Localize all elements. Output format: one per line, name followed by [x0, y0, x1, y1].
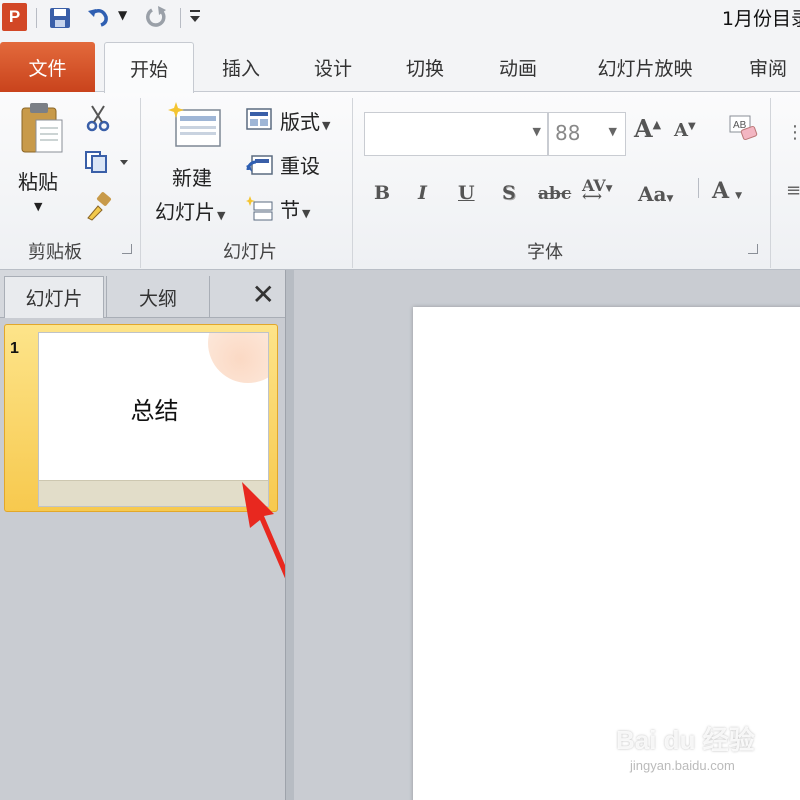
font-color-button[interactable]: A ▼ [712, 178, 742, 204]
paste-icon[interactable] [16, 100, 66, 160]
font-separator [698, 178, 699, 198]
slide-thumbnail-title: 总结 [130, 397, 179, 425]
tab-transitions[interactable]: 切换 [380, 42, 470, 92]
baidu-watermark: Bai du 经验 [616, 725, 755, 755]
layout-button[interactable]: 版式 ▼ [280, 106, 330, 135]
section-icon [246, 196, 274, 226]
copy-icon[interactable] [84, 150, 128, 178]
tab-slides[interactable]: 幻灯片 [4, 276, 104, 318]
clear-formatting-icon[interactable]: AB [728, 114, 758, 146]
undo-icon[interactable] [86, 5, 112, 29]
underline-button[interactable]: U [458, 182, 475, 204]
document-title: 1月份目录 [721, 8, 800, 30]
cut-icon[interactable] [86, 104, 110, 136]
decorative-circle [208, 333, 268, 383]
tab-slideshow[interactable]: 幻灯片放映 [570, 42, 720, 92]
customize-qat-icon[interactable] [188, 6, 202, 26]
font-size-dropdown-icon[interactable]: ▼ [609, 125, 617, 138]
slide-number: 1 [10, 340, 19, 357]
tab-animations[interactable]: 动画 [472, 42, 564, 92]
format-painter-icon[interactable] [84, 192, 114, 226]
change-case-button[interactable]: Aa▼ [638, 182, 673, 206]
qat-separator [180, 8, 181, 28]
font-name-dropdown-icon[interactable]: ▼ [533, 125, 541, 138]
group-separator [352, 98, 353, 268]
section-dropdown-icon: ▼ [302, 207, 311, 220]
close-icon[interactable]: ✕ [252, 278, 275, 311]
tab-insert[interactable]: 插入 [196, 42, 286, 92]
new-slide-button[interactable]: 幻灯片 ▼ [155, 196, 225, 225]
save-icon[interactable] [48, 6, 72, 30]
tab-review[interactable]: 审阅 [728, 42, 800, 92]
reset-button[interactable]: 重设 [280, 150, 320, 179]
baidu-watermark-url: jingyan.baidu.com [630, 758, 735, 773]
group-separator [770, 98, 771, 268]
layout-icon [246, 108, 272, 134]
reset-icon [246, 152, 274, 182]
font-dialog-launcher-icon[interactable] [748, 244, 758, 254]
layout-dropdown-icon: ▼ [322, 119, 331, 132]
tab-file[interactable]: 文件 [0, 42, 95, 92]
grow-font-button[interactable]: A▲ [634, 114, 661, 143]
strikethrough-button[interactable]: abc [538, 184, 571, 204]
section-button[interactable]: 节 ▼ [280, 194, 310, 223]
bold-button[interactable]: B [374, 182, 390, 204]
font-size-combobox[interactable]: 88 ▼ [548, 112, 626, 156]
bullets-icon[interactable]: ⋮ [786, 122, 800, 143]
shadow-button[interactable]: S [502, 182, 516, 204]
ribbon-tabs: 文件 开始 插入 设计 切换 动画 幻灯片放映 审阅 [0, 36, 800, 93]
redo-icon[interactable] [144, 4, 168, 30]
character-spacing-button[interactable]: AV▼ ⟷ [582, 176, 613, 205]
paste-button[interactable]: 粘贴 [18, 166, 58, 195]
align-icon[interactable]: ≡ [786, 180, 800, 201]
tab-home[interactable]: 开始 [104, 42, 194, 93]
clipboard-dialog-launcher-icon[interactable] [122, 244, 132, 254]
font-name-combobox[interactable]: ▼ [364, 112, 548, 156]
group-label-slides: 幻灯片 [223, 242, 277, 263]
tab-outline[interactable]: 大纲 [106, 276, 210, 318]
tab-design[interactable]: 设计 [288, 42, 378, 92]
group-label-clipboard: 剪贴板 [28, 242, 82, 263]
paste-dropdown-icon[interactable]: ▼ [34, 200, 42, 213]
title-bar: P ▼ 1月份目录 [0, 0, 800, 36]
ribbon: 粘贴 ▼ 剪贴板 新建 幻灯片▼ 版式▼ 重设 节▼ 幻灯片 ▼ 88 ▼ [0, 92, 800, 270]
qat-separator [36, 8, 37, 28]
pane-splitter[interactable] [285, 270, 294, 800]
undo-dropdown-icon[interactable]: ▼ [118, 8, 127, 22]
pane-tabs: 幻灯片 大纲 ✕ [0, 270, 285, 318]
powerpoint-logo-icon[interactable]: P [2, 3, 27, 31]
italic-button[interactable]: I [418, 182, 427, 204]
group-label-font: 字体 [527, 242, 563, 263]
group-separator [140, 98, 141, 268]
shrink-font-button[interactable]: A▼ [674, 120, 696, 141]
new-slide-icon[interactable] [168, 102, 224, 154]
new-slide-dropdown-icon: ▼ [217, 209, 226, 222]
new-slide-label-line1[interactable]: 新建 [172, 162, 212, 191]
